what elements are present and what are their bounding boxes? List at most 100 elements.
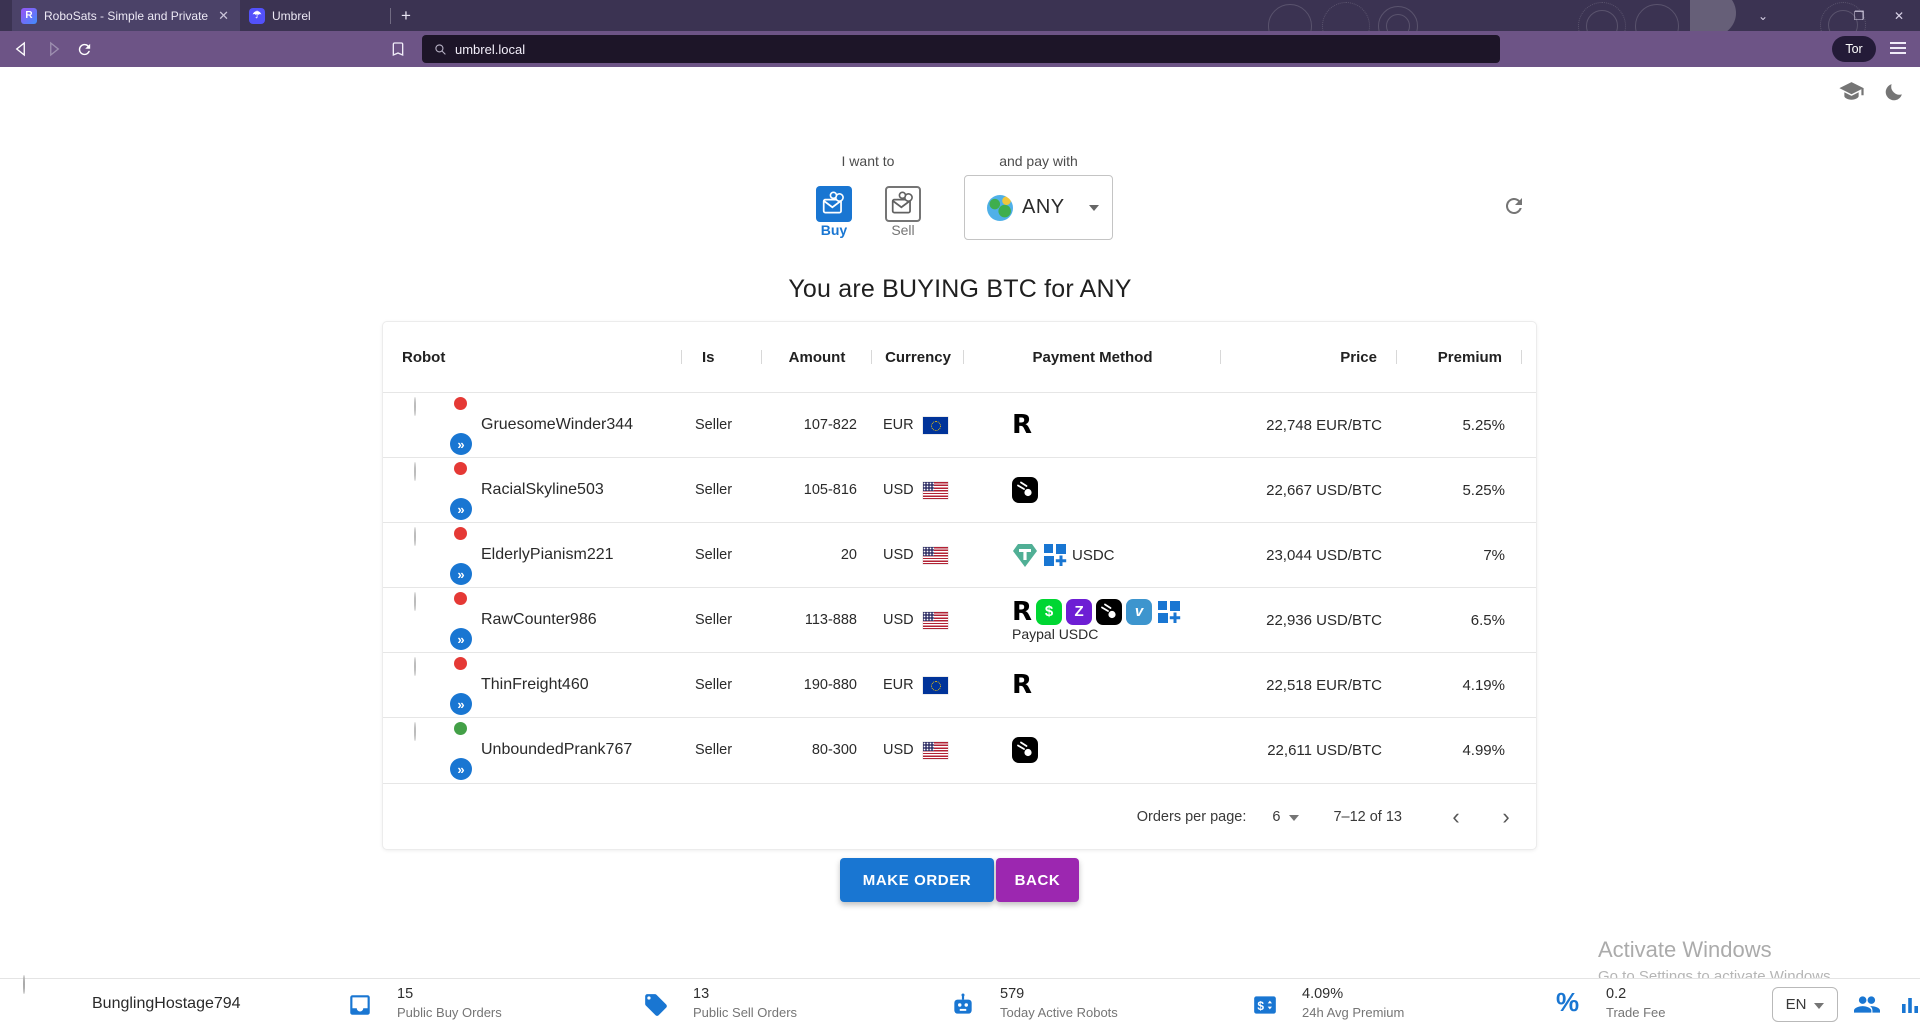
tab-robosats[interactable]: R RoboSats - Simple and Private Bit ✕ bbox=[12, 0, 240, 31]
order-side: Seller bbox=[682, 482, 762, 498]
watermark-line1: Activate Windows bbox=[1598, 937, 1835, 963]
chevrons-badge-icon: » bbox=[450, 563, 472, 585]
robot-avatar: » bbox=[414, 658, 468, 712]
column-header-currency[interactable]: Currency bbox=[872, 322, 964, 392]
robot-name: UnboundedPrank767 bbox=[481, 741, 632, 759]
table-header-row: Robot Is Amount Currency Payment Method … bbox=[383, 322, 1536, 392]
order-side: Seller bbox=[682, 612, 762, 628]
currency-code: USD bbox=[883, 612, 914, 628]
globe-icon bbox=[987, 195, 1013, 221]
chevrons-badge-icon: » bbox=[450, 433, 472, 455]
buy-toggle-button[interactable] bbox=[816, 186, 852, 222]
user-robot-name[interactable]: BunglingHostage794 bbox=[92, 995, 241, 1013]
us-flag-icon bbox=[923, 612, 948, 629]
forward-button[interactable] bbox=[44, 40, 62, 58]
tor-circuit-button[interactable]: Tor bbox=[1832, 36, 1876, 62]
reload-button[interactable] bbox=[75, 40, 93, 58]
column-header-price[interactable]: Price bbox=[1221, 322, 1397, 392]
currency-select[interactable]: ANY bbox=[964, 175, 1113, 240]
zelle-icon: Z bbox=[1066, 599, 1092, 625]
learn-icon[interactable] bbox=[1838, 81, 1865, 108]
orders-per-page-label: Orders per page: bbox=[1137, 809, 1247, 825]
order-price: 22,611 USD/BTC bbox=[1221, 742, 1397, 759]
sell-toggle-button[interactable] bbox=[885, 186, 921, 222]
order-row[interactable]: » UnboundedPrank767 Seller 80-300 USD 22… bbox=[383, 717, 1536, 782]
status-dot-icon bbox=[454, 722, 467, 735]
window-restore-icon[interactable]: ❐ bbox=[1852, 9, 1866, 23]
browser-toolbar: umbrel.local Tor bbox=[0, 31, 1920, 67]
status-bar: BunglingHostage794 15 Public Buy Orders … bbox=[0, 978, 1920, 1030]
order-premium: 4.99% bbox=[1397, 742, 1522, 759]
sell-label: Sell bbox=[885, 222, 921, 238]
order-side: Seller bbox=[682, 677, 762, 693]
per-page-select[interactable]: 6 bbox=[1272, 809, 1299, 825]
column-header-amount[interactable]: Amount bbox=[762, 322, 872, 392]
back-button[interactable] bbox=[13, 40, 31, 58]
order-premium: 5.25% bbox=[1397, 482, 1522, 499]
robosats-favicon: R bbox=[21, 8, 37, 24]
stat-label: 24h Avg Premium bbox=[1302, 1005, 1404, 1020]
revolut-icon: R bbox=[1012, 412, 1032, 438]
robot-avatar: » bbox=[414, 723, 468, 777]
order-side: Seller bbox=[682, 742, 762, 758]
order-row[interactable]: » RacialSkyline503 Seller 105-816 USD 22… bbox=[383, 457, 1536, 522]
order-row[interactable]: » GruesomeWinder344 Seller 107-822 EUR R… bbox=[383, 392, 1536, 457]
price-change-icon: $ bbox=[1252, 992, 1278, 1023]
currency-code: EUR bbox=[883, 417, 914, 433]
payment-below-text: Paypal USDC bbox=[1012, 626, 1098, 642]
order-row[interactable]: » ElderlyPianism221 Seller 20 USD USDC 2 bbox=[383, 522, 1536, 587]
order-amount: 113-888 bbox=[762, 612, 872, 628]
tab-divider bbox=[390, 8, 391, 24]
status-dot-icon bbox=[454, 657, 467, 670]
previous-page-button[interactable]: ‹ bbox=[1444, 806, 1468, 828]
order-amount: 20 bbox=[762, 547, 872, 563]
chevrons-badge-icon: » bbox=[450, 498, 472, 520]
window-close-icon[interactable]: ✕ bbox=[1892, 9, 1906, 23]
revolut-icon: R bbox=[1012, 599, 1032, 625]
column-header-payment[interactable]: Payment Method bbox=[964, 322, 1221, 392]
refresh-orderbook-button[interactable] bbox=[1502, 194, 1526, 223]
url-bar[interactable]: umbrel.local bbox=[422, 35, 1500, 63]
order-premium: 6.5% bbox=[1397, 612, 1522, 629]
make-order-button[interactable]: MAKE ORDER bbox=[840, 858, 994, 902]
robot-icon bbox=[950, 992, 976, 1023]
svg-text:$: $ bbox=[1257, 999, 1264, 1013]
dark-mode-moon-icon[interactable] bbox=[1883, 81, 1905, 108]
exchange-summary-chart-icon[interactable] bbox=[1898, 992, 1920, 1023]
order-amount: 190-880 bbox=[762, 677, 872, 693]
language-select[interactable]: EN bbox=[1772, 987, 1838, 1022]
tab-close-icon[interactable]: ✕ bbox=[216, 8, 231, 24]
stat-label: Today Active Robots bbox=[1000, 1005, 1118, 1020]
community-people-icon[interactable] bbox=[1853, 992, 1881, 1023]
tab-list-caret-icon[interactable]: ⌄ bbox=[1756, 9, 1770, 23]
stat-value: 15 bbox=[397, 986, 413, 1002]
tab-umbrel[interactable]: ☂ Umbrel bbox=[240, 0, 386, 31]
next-page-button[interactable]: › bbox=[1494, 806, 1518, 828]
new-tab-button[interactable]: + bbox=[393, 4, 419, 28]
order-row[interactable]: » RawCounter986 Seller 113-888 USD R $ Z… bbox=[383, 587, 1536, 652]
order-side: Seller bbox=[682, 547, 762, 563]
us-flag-icon bbox=[923, 482, 948, 499]
status-dot-icon bbox=[454, 527, 467, 540]
column-header-robot[interactable]: Robot bbox=[383, 322, 682, 392]
column-header-premium[interactable]: Premium bbox=[1397, 322, 1522, 392]
robot-name: GruesomeWinder344 bbox=[481, 416, 633, 434]
robosats-page: I want to and pay with Buy Sell ANY You … bbox=[0, 67, 1920, 1030]
table-pagination: Orders per page: 6 7–12 of 13 ‹ › bbox=[383, 783, 1536, 849]
stat-value: 4.09% bbox=[1302, 986, 1343, 1002]
menu-icon[interactable] bbox=[1890, 42, 1906, 54]
order-side: Seller bbox=[682, 417, 762, 433]
status-dot-icon bbox=[454, 397, 467, 410]
back-button-page[interactable]: BACK bbox=[996, 858, 1079, 902]
column-header-is[interactable]: Is bbox=[682, 322, 762, 392]
currency-code: EUR bbox=[883, 677, 914, 693]
order-premium: 4.19% bbox=[1397, 677, 1522, 694]
order-row[interactable]: » ThinFreight460 Seller 190-880 EUR R 22… bbox=[383, 652, 1536, 717]
bookmark-icon[interactable] bbox=[390, 40, 406, 63]
tab-title: Umbrel bbox=[272, 9, 370, 23]
revolut-icon: R bbox=[1012, 672, 1032, 698]
user-robot-avatar[interactable] bbox=[23, 976, 75, 1028]
order-amount: 107-822 bbox=[762, 417, 872, 433]
robot-name: RawCounter986 bbox=[481, 611, 597, 629]
page-title: You are BUYING BTC for ANY bbox=[0, 275, 1920, 304]
